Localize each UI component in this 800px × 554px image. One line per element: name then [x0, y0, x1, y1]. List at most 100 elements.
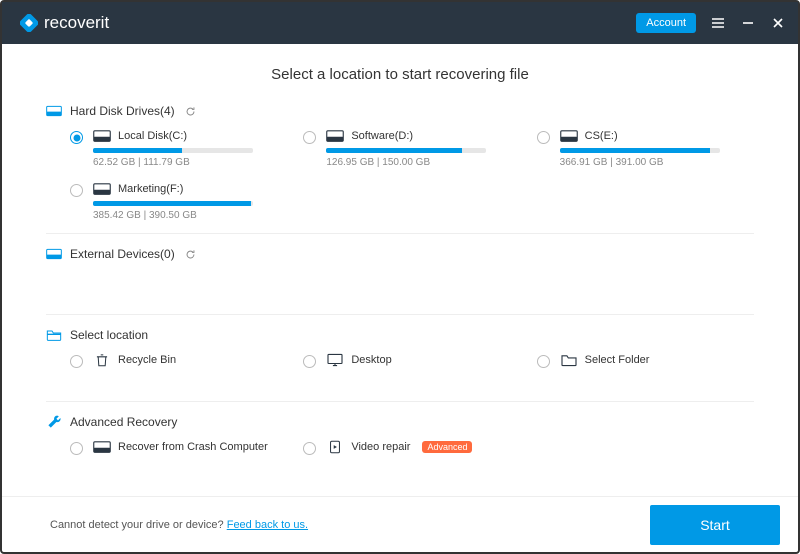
- menu-icon[interactable]: [710, 15, 726, 31]
- advanced-body: Recover from Crash Computer: [93, 440, 287, 454]
- drive-row: CS(E:): [560, 129, 754, 143]
- drive-body: Marketing(F:) 385.42 GB | 390.50 GB: [93, 182, 287, 221]
- drive-icon: [93, 129, 111, 143]
- radio-button[interactable]: [537, 355, 550, 368]
- drive-row: Software(D:): [326, 129, 520, 143]
- minimize-icon[interactable]: [740, 15, 756, 31]
- drive-body: CS(E:) 366.91 GB | 391.00 GB: [560, 129, 754, 168]
- brand: recoverit: [20, 13, 109, 33]
- drive-item[interactable]: Software(D:) 126.95 GB | 150.00 GB: [303, 129, 520, 168]
- radio-button[interactable]: [70, 184, 83, 197]
- usage-bar: [93, 148, 253, 153]
- advanced-row: Recover from Crash Computer: [93, 440, 287, 454]
- radio-button[interactable]: [70, 131, 83, 144]
- drive-size: 366.91 GB | 391.00 GB: [560, 157, 754, 168]
- external-section: External Devices(0): [46, 246, 754, 302]
- external-empty: [46, 272, 754, 302]
- drive-body: Local Disk(C:) 62.52 GB | 111.79 GB: [93, 129, 287, 168]
- video-repair-icon: [326, 440, 344, 454]
- radio-button[interactable]: [303, 355, 316, 368]
- start-button[interactable]: Start: [650, 505, 780, 545]
- select-location-head: Select location: [46, 327, 754, 343]
- drive-row: Local Disk(C:): [93, 129, 287, 143]
- divider: [46, 314, 754, 315]
- external-section-head: External Devices(0): [46, 246, 754, 262]
- titlebar: recoverit Account: [2, 2, 798, 44]
- location-body: Recycle Bin: [93, 353, 287, 367]
- location-body: Select Folder: [560, 353, 754, 367]
- wrench-icon: [46, 414, 62, 430]
- crash-recover-icon: [93, 440, 111, 454]
- drive-item[interactable]: CS(E:) 366.91 GB | 391.00 GB: [537, 129, 754, 168]
- drive-item[interactable]: Marketing(F:) 385.42 GB | 390.50 GB: [70, 182, 287, 221]
- close-icon[interactable]: [770, 15, 786, 31]
- folder-open-icon: [46, 327, 62, 343]
- brand-logo-icon: [20, 14, 38, 32]
- usage-bar: [93, 201, 253, 206]
- usage-bar-fill: [560, 148, 710, 153]
- select-location-section: Select location Recycle Bin Desktop Select…: [46, 327, 754, 389]
- refresh-icon[interactable]: [185, 249, 196, 260]
- radio-button[interactable]: [303, 442, 316, 455]
- location-item[interactable]: Desktop: [303, 353, 520, 389]
- app-window: recoverit Account Select a location to s…: [0, 0, 800, 554]
- radio-button[interactable]: [70, 355, 83, 368]
- hdd-section-head: Hard Disk Drives(4): [46, 103, 754, 119]
- drives-grid: Local Disk(C:) 62.52 GB | 111.79 GB Softwa…: [46, 129, 754, 221]
- usage-bar-fill: [93, 148, 182, 153]
- location-label: Recycle Bin: [118, 354, 176, 366]
- divider: [46, 233, 754, 234]
- advanced-label: Video repair: [351, 441, 410, 453]
- titlebar-controls: Account: [636, 13, 786, 33]
- external-device-icon: [46, 246, 62, 262]
- feedback-link[interactable]: Feed back to us.: [227, 519, 308, 531]
- drive-body: Software(D:) 126.95 GB | 150.00 GB: [326, 129, 520, 168]
- usage-bar: [326, 148, 486, 153]
- advanced-item[interactable]: Video repair Advanced: [303, 440, 520, 476]
- location-label: Desktop: [351, 354, 391, 366]
- locations-grid: Recycle Bin Desktop Select Folder: [46, 353, 754, 389]
- usage-bar: [560, 148, 720, 153]
- hdd-section: Hard Disk Drives(4) Local Disk(C:) 62.52 …: [46, 103, 754, 221]
- brand-text: recoverit: [44, 13, 109, 33]
- drive-icon: [326, 129, 344, 143]
- usage-bar-fill: [326, 148, 461, 153]
- advanced-label: Recover from Crash Computer: [118, 441, 268, 453]
- drive-size: 126.95 GB | 150.00 GB: [326, 157, 520, 168]
- radio-button[interactable]: [303, 131, 316, 144]
- radio-button[interactable]: [70, 442, 83, 455]
- refresh-icon[interactable]: [185, 106, 196, 117]
- advanced-grid: Recover from Crash Computer Video repair A…: [46, 440, 754, 476]
- advanced-badge: Advanced: [422, 441, 472, 453]
- recycle-bin-icon: [93, 353, 111, 367]
- usage-bar-fill: [93, 201, 251, 206]
- folder-icon: [560, 353, 578, 367]
- advanced-body: Video repair Advanced: [326, 440, 520, 454]
- drive-size: 385.42 GB | 390.50 GB: [93, 210, 287, 221]
- drive-size: 62.52 GB | 111.79 GB: [93, 157, 287, 168]
- location-row: Recycle Bin: [93, 353, 287, 367]
- location-label: Select Folder: [585, 354, 650, 366]
- advanced-row: Video repair Advanced: [326, 440, 520, 454]
- location-item[interactable]: Recycle Bin: [70, 353, 287, 389]
- drive-label: Marketing(F:): [118, 183, 183, 195]
- page-title: Select a location to start recovering fi…: [46, 66, 754, 83]
- footer: Cannot detect your drive or device? Feed…: [2, 496, 798, 552]
- content-area: Select a location to start recovering fi…: [2, 44, 798, 496]
- footer-prompt: Cannot detect your drive or device?: [50, 519, 227, 531]
- location-item[interactable]: Select Folder: [537, 353, 754, 389]
- desktop-icon: [326, 353, 344, 367]
- hdd-icon: [46, 103, 62, 119]
- hdd-section-label: Hard Disk Drives(4): [70, 104, 175, 118]
- radio-button[interactable]: [537, 131, 550, 144]
- drive-label: Local Disk(C:): [118, 130, 187, 142]
- drive-item[interactable]: Local Disk(C:) 62.52 GB | 111.79 GB: [70, 129, 287, 168]
- location-row: Select Folder: [560, 353, 754, 367]
- footer-text: Cannot detect your drive or device? Feed…: [50, 519, 308, 531]
- divider: [46, 401, 754, 402]
- account-button[interactable]: Account: [636, 13, 696, 33]
- advanced-section-label: Advanced Recovery: [70, 415, 177, 429]
- drive-label: Software(D:): [351, 130, 413, 142]
- drive-icon: [93, 182, 111, 196]
- advanced-item[interactable]: Recover from Crash Computer: [70, 440, 287, 476]
